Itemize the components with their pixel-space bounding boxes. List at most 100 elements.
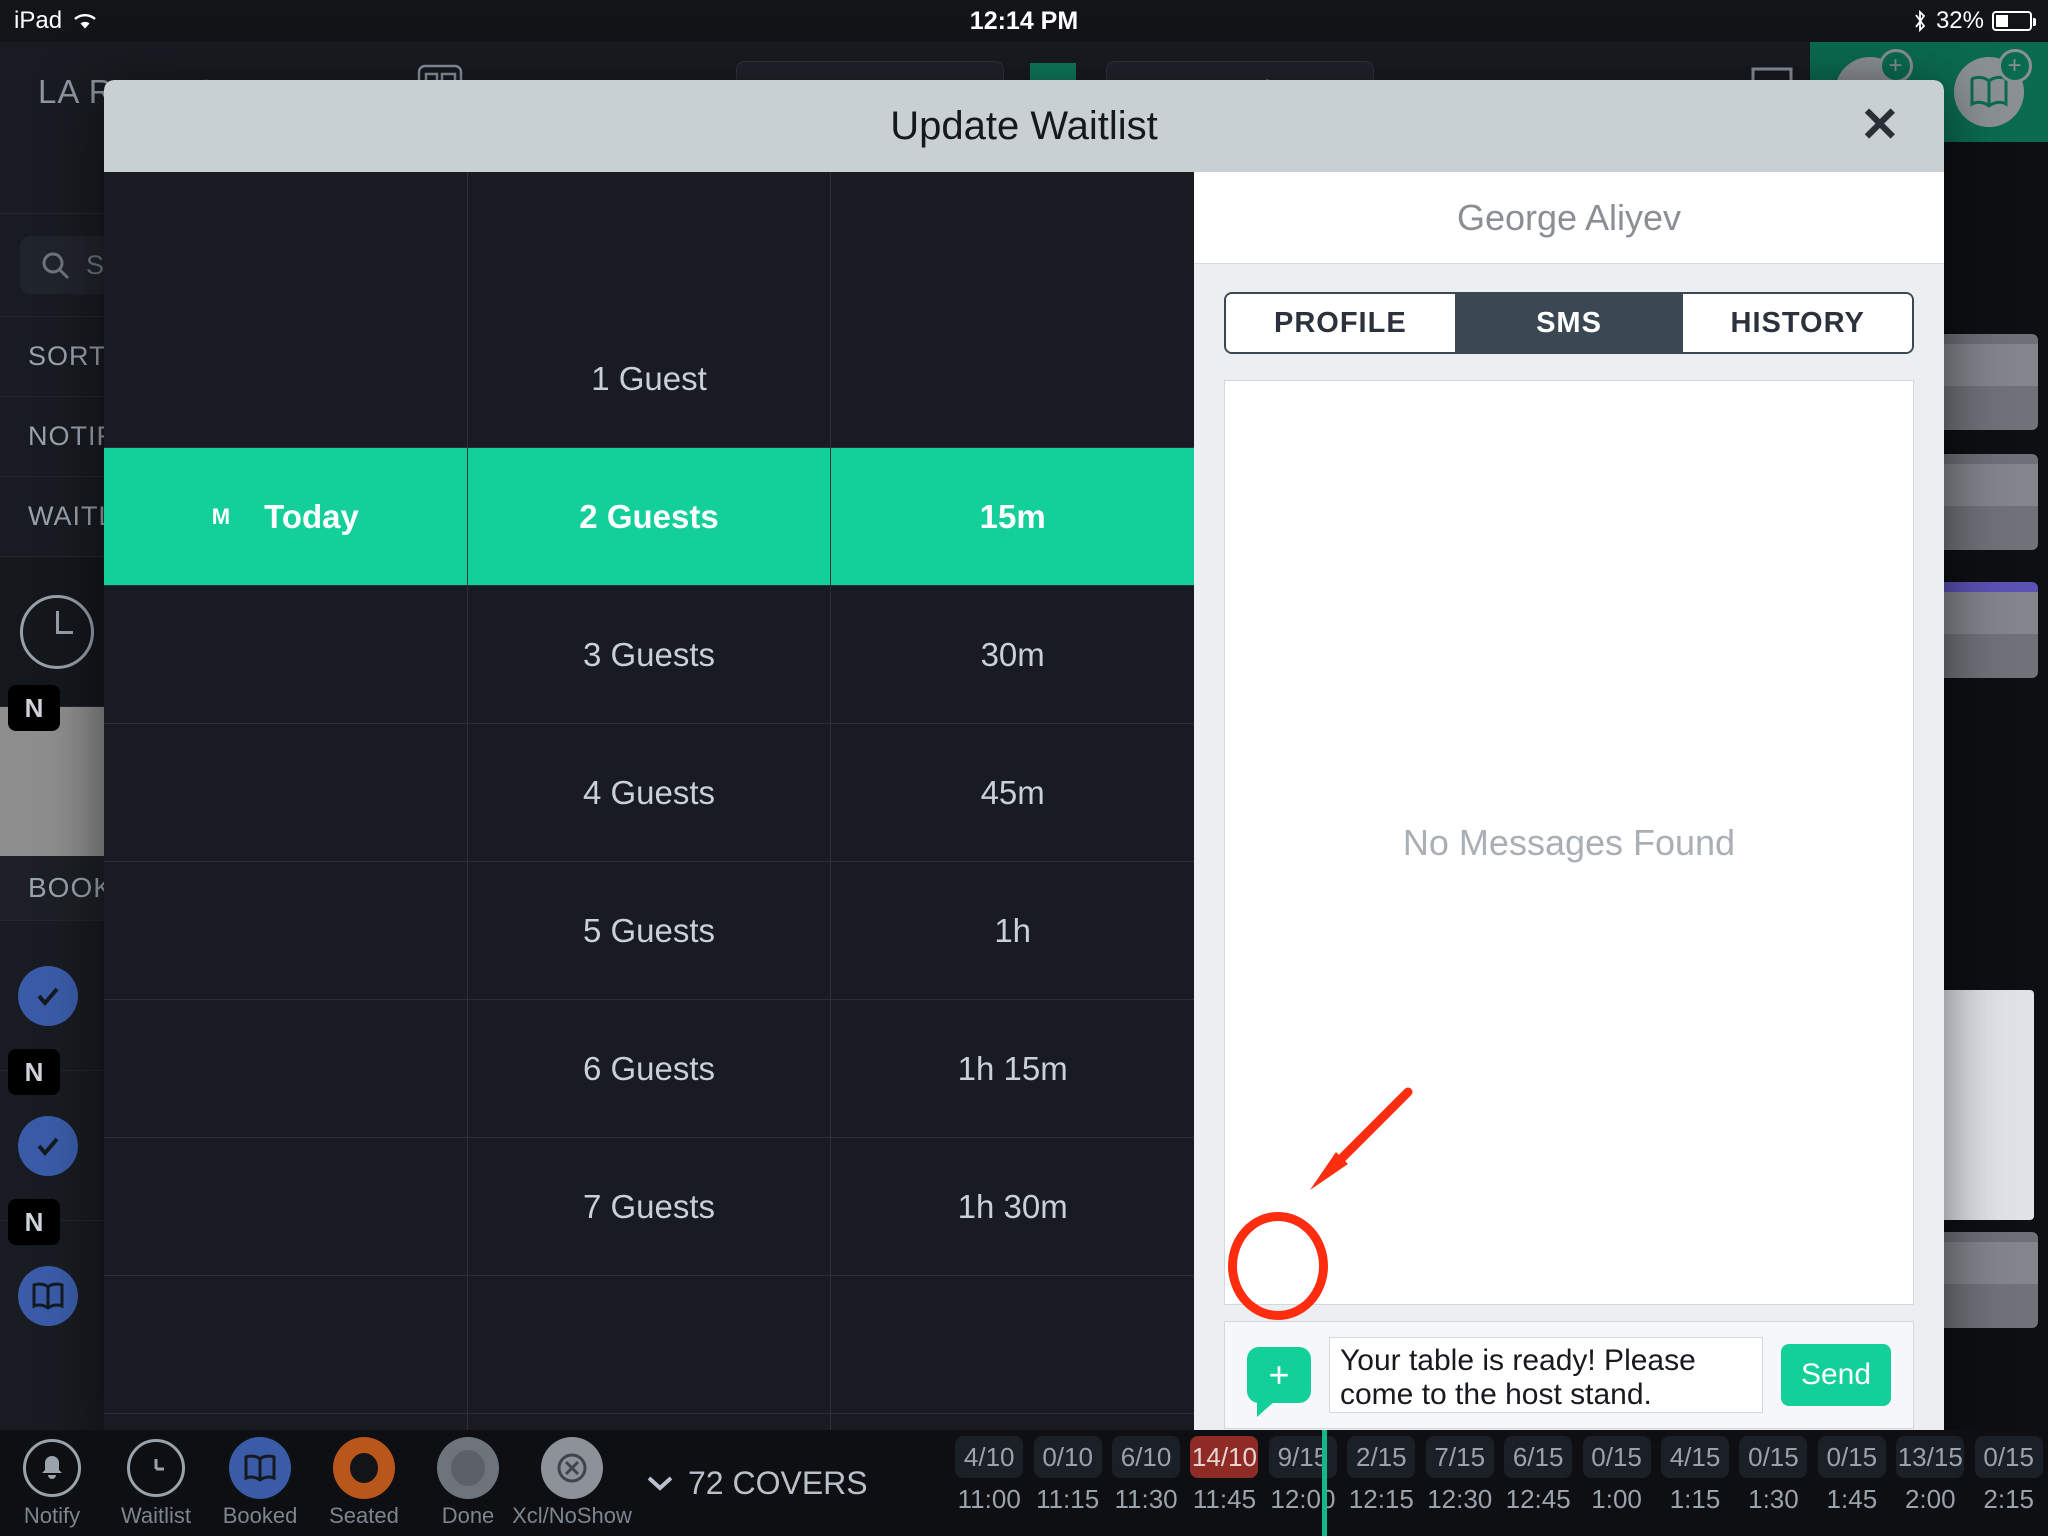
timeline-slot[interactable]: 0/15 1:45 (1813, 1436, 1891, 1515)
picker-option[interactable]: 1 Guest (467, 310, 831, 448)
picker-column-guests[interactable]: 1 Guest 2 Guests 3 Guests 4 Guests 5 Gue… (467, 172, 832, 1455)
timeline-slot[interactable]: 2/15 12:15 (1342, 1436, 1420, 1515)
bell-icon (21, 1437, 83, 1499)
slot-capacity: 4/10 (955, 1436, 1024, 1478)
battery-icon (1992, 11, 2036, 31)
nav-label: Booked (222, 1503, 298, 1528)
timeline-slot[interactable]: 0/10 11:15 (1028, 1436, 1106, 1515)
slot-time: 1:30 (1748, 1484, 1799, 1514)
picker-option[interactable] (104, 310, 467, 448)
slot-capacity: 6/10 (1112, 1436, 1181, 1478)
seated-icon (333, 1437, 395, 1499)
picker-option-selected[interactable]: M Today (104, 448, 467, 586)
nav-label: Seated (329, 1503, 399, 1528)
update-waitlist-modal: Update Waitlist ✕ M Today 1 Guest 2 Gues… (104, 80, 1944, 1455)
picker-column-wait-time[interactable]: 15m 30m 45m 1h 1h 15m 1h 30m (831, 172, 1195, 1455)
status-right: 32% (1912, 7, 2036, 35)
picker-option[interactable] (104, 1138, 467, 1276)
slot-time: 11:30 (1114, 1484, 1178, 1514)
slot-time: 12:45 (1505, 1484, 1571, 1514)
tab-sms[interactable]: SMS (1454, 294, 1684, 352)
messages-pane: No Messages Found (1224, 380, 1914, 1305)
picker-option[interactable] (104, 724, 467, 862)
picker-option[interactable]: 45m (831, 724, 1195, 862)
picker-option[interactable]: 1h 15m (831, 1000, 1195, 1138)
timeline-slot[interactable]: 0/15 1:30 (1734, 1436, 1812, 1515)
picker-option-selected[interactable]: 2 Guests (467, 448, 831, 586)
slot-capacity: 0/10 (1033, 1436, 1102, 1478)
picker-option[interactable] (104, 1276, 467, 1414)
details-tabs: PROFILE SMS HISTORY (1224, 292, 1914, 354)
picker-option[interactable] (467, 1276, 831, 1414)
sms-composer: + Send (1224, 1321, 1914, 1429)
status-clock: 12:14 PM (969, 6, 1079, 35)
close-icon[interactable]: ✕ (1860, 102, 1900, 150)
app-root: iPad 12:14 PM 32% LA RATATOUILLE (0, 0, 2048, 1536)
picker-option[interactable] (104, 862, 467, 1000)
timeline-slot[interactable]: 14/10 11:45 (1185, 1436, 1263, 1515)
cancel-icon (541, 1437, 603, 1499)
message-input[interactable] (1329, 1337, 1763, 1413)
check-icon (18, 1115, 78, 1176)
slot-capacity: 4/15 (1661, 1436, 1729, 1478)
slot-capacity: 7/15 (1425, 1436, 1494, 1478)
nav-label: Xcl/NoShow (512, 1503, 632, 1528)
timeline-slot[interactable]: 6/10 11:30 (1107, 1436, 1185, 1515)
picker-option[interactable]: 1h 30m (831, 1138, 1195, 1276)
tab-history[interactable]: HISTORY (1683, 294, 1912, 352)
ios-status-bar: iPad 12:14 PM 32% (0, 0, 2048, 42)
picker-option[interactable]: 30m (831, 586, 1195, 724)
nav-item-cancel-noshow[interactable]: Xcl/NoShow (512, 1437, 632, 1529)
add-reservation-icon[interactable]: + (1953, 49, 2032, 127)
nav-item-booked[interactable]: Booked (208, 1437, 312, 1529)
picker-option[interactable]: 7 Guests (467, 1138, 831, 1276)
picker-option[interactable]: 5 Guests (467, 862, 831, 1000)
timeline-slot[interactable]: 4/15 1:15 (1656, 1436, 1734, 1515)
nav-item-notify[interactable]: Notify (0, 1437, 104, 1529)
notify-badge: N (8, 1049, 60, 1095)
timeline-slot[interactable]: 4/10 11:00 (950, 1436, 1028, 1515)
modal-body: M Today 1 Guest 2 Guests 3 Guests 4 Gues… (104, 172, 1944, 1455)
add-message-icon[interactable]: + (1247, 1347, 1311, 1417)
timeline-slot[interactable]: 6/15 12:45 (1499, 1436, 1577, 1515)
plus-badge-icon: + (1878, 49, 1913, 83)
chevron-down-icon (647, 1476, 673, 1491)
picker-option[interactable] (831, 310, 1195, 448)
clock-icon (20, 594, 94, 669)
notify-badge: N (8, 685, 60, 731)
nav-item-seated[interactable]: Seated (312, 1437, 416, 1529)
battery-percent-label: 32% (1935, 7, 1984, 34)
picker-option-selected[interactable]: 15m (831, 448, 1195, 586)
timeline-slot[interactable]: 13/15 2:00 (1891, 1436, 1969, 1515)
picker-option[interactable] (104, 172, 467, 310)
book-icon (18, 1265, 78, 1326)
picker-column-day[interactable]: M Today (104, 172, 468, 1455)
picker-option[interactable] (831, 172, 1194, 310)
slot-time: 11:15 (1036, 1484, 1100, 1514)
slot-time: 11:45 (1192, 1484, 1257, 1514)
guest-name: George Aliyev (1194, 172, 1944, 264)
picker-option[interactable]: 3 Guests (467, 586, 831, 724)
notify-badge: N (8, 1199, 60, 1245)
timeline-slot[interactable]: 0/15 2:15 (1969, 1436, 2047, 1515)
done-icon (437, 1437, 499, 1499)
picker-option[interactable] (104, 1000, 467, 1138)
picker-option[interactable]: 1h (831, 862, 1195, 1000)
send-button[interactable]: Send (1781, 1344, 1891, 1406)
picker-option[interactable]: 4 Guests (467, 724, 831, 862)
book-icon (229, 1437, 291, 1499)
slot-time: 12:30 (1427, 1484, 1493, 1514)
timeline-slot[interactable]: 9/15 12:00 (1264, 1436, 1342, 1515)
picker-option[interactable] (104, 586, 467, 724)
picker-option[interactable] (468, 172, 831, 310)
picker-option[interactable] (831, 1276, 1195, 1414)
nav-item-waitlist[interactable]: Waitlist (104, 1437, 208, 1529)
timeline-slot[interactable]: 0/15 1:00 (1577, 1436, 1655, 1515)
tab-profile[interactable]: PROFILE (1226, 294, 1455, 352)
timeline-slot[interactable]: 7/15 12:30 (1421, 1436, 1499, 1515)
picker-option[interactable]: 6 Guests (467, 1000, 831, 1138)
covers-toggle[interactable]: 72 COVERS (646, 1465, 868, 1502)
annotation-highlight-ellipse (1228, 1212, 1328, 1320)
nav-item-done[interactable]: Done (416, 1437, 520, 1529)
slot-capacity: 0/15 (1739, 1436, 1808, 1478)
